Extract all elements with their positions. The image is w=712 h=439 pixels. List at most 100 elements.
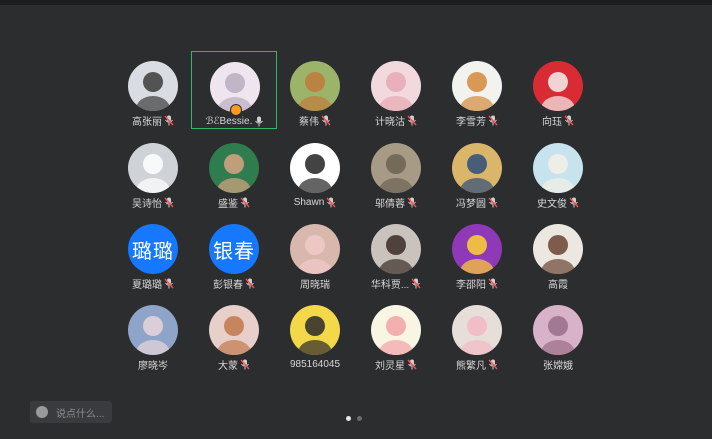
avatar-photo-icon — [533, 61, 583, 111]
avatar — [371, 224, 421, 274]
participant-name: 高霞 — [548, 279, 568, 291]
avatar: 银春 — [209, 224, 259, 274]
participant-tile[interactable]: 高霞 — [515, 214, 601, 292]
participant-tile[interactable]: 向珏 — [515, 51, 601, 129]
mic-muted-icon — [488, 197, 498, 207]
participant-tile[interactable]: 985164045 — [272, 295, 358, 373]
participant-tile[interactable]: 吴诗怡 — [110, 133, 196, 211]
mic-muted-icon — [240, 359, 250, 369]
avatar — [452, 305, 502, 355]
participant-tile[interactable]: Shawn — [272, 133, 358, 211]
avatar — [128, 61, 178, 111]
participant-tile[interactable]: 高张丽 — [110, 51, 196, 129]
mic-on-icon — [255, 116, 264, 126]
chat-input[interactable]: 说点什么... — [30, 401, 112, 423]
participant-tile[interactable]: ℬℰBessie. — [191, 51, 277, 129]
participant-tile[interactable]: 大蒙 — [191, 295, 277, 373]
participant-name-row: 熊繁凡 — [434, 357, 520, 372]
avatar — [290, 61, 340, 111]
mic-muted-icon — [164, 115, 174, 125]
avatar-photo-icon — [371, 224, 421, 274]
mic-muted-icon — [164, 197, 174, 207]
participant-name: ℬℰBessie. — [205, 115, 253, 127]
participant-name-row: 大蒙 — [191, 357, 277, 372]
participant-name: 李雪芳 — [456, 116, 486, 128]
avatar — [371, 143, 421, 193]
chat-placeholder: 说点什么... — [56, 408, 105, 420]
participant-tile[interactable]: 蔡伟 — [272, 51, 358, 129]
participant-tile[interactable]: 刘灵星 — [353, 295, 439, 373]
avatar — [128, 143, 178, 193]
avatar — [452, 224, 502, 274]
avatar — [290, 305, 340, 355]
participant-tile[interactable]: 计晓沽 — [353, 51, 439, 129]
participant-name-row: 高张丽 — [110, 113, 196, 128]
avatar-photo-icon — [371, 143, 421, 193]
participant-tile[interactable]: 华科贾... — [353, 214, 439, 292]
participant-name: 李邵阳 — [456, 279, 486, 291]
avatar — [290, 224, 340, 274]
avatar — [371, 305, 421, 355]
participant-tile[interactable]: 张嫦娥 — [515, 295, 601, 373]
participant-name: 盛鉴 — [218, 198, 238, 210]
mic-muted-icon — [564, 115, 574, 125]
participant-name: 熊繁凡 — [456, 360, 486, 372]
avatar-photo-icon — [533, 143, 583, 193]
participant-tile[interactable]: 邬倩蓉 — [353, 133, 439, 211]
avatar — [209, 143, 259, 193]
avatar — [128, 305, 178, 355]
participant-name-row: 夏璐璐 — [110, 276, 196, 291]
participant-tile[interactable]: 银春彭银春 — [191, 214, 277, 292]
participant-tile[interactable]: 廖晓岑 — [110, 295, 196, 373]
avatar-photo-icon — [371, 305, 421, 355]
participant-name: 吴诗怡 — [132, 198, 162, 210]
participant-name-row: 李雪芳 — [434, 113, 520, 128]
participant-name: 廖晓岑 — [138, 360, 168, 372]
avatar — [533, 224, 583, 274]
participant-tile[interactable]: 盛鉴 — [191, 133, 277, 211]
avatar-photo-icon — [209, 143, 259, 193]
avatar-photo-icon — [452, 61, 502, 111]
participant-name: 计晓沽 — [375, 116, 405, 128]
avatar — [533, 305, 583, 355]
mic-muted-icon — [164, 278, 174, 288]
participant-name: 彭银春 — [213, 279, 243, 291]
avatar — [452, 61, 502, 111]
participant-name-row: 周晓瑞 — [272, 276, 358, 291]
avatar-photo-icon — [290, 143, 340, 193]
participant-name-row: 盛鉴 — [191, 195, 277, 210]
participant-tile[interactable]: 熊繁凡 — [434, 295, 520, 373]
participant-name: 蔡伟 — [299, 116, 319, 128]
participant-tile[interactable]: 李邵阳 — [434, 214, 520, 292]
avatar-photo-icon — [290, 305, 340, 355]
participant-tile[interactable]: 璐璐 夏璐璐 — [110, 214, 196, 292]
participant-tile[interactable]: 周晓瑞 — [272, 214, 358, 292]
avatar — [452, 143, 502, 193]
emoji-icon[interactable] — [36, 406, 48, 418]
participant-name-row: 冯梦圆 — [434, 195, 520, 210]
avatar-photo-icon — [209, 305, 259, 355]
participant-name-row: 邬倩蓉 — [353, 195, 439, 210]
participant-name-row: 张嫦娥 — [515, 357, 601, 372]
participant-name-row: 彭银春 — [191, 276, 277, 291]
page-dot-2[interactable] — [357, 416, 362, 421]
mic-muted-icon — [326, 197, 336, 207]
avatar — [533, 143, 583, 193]
participant-name: 高张丽 — [132, 116, 162, 128]
participant-name: 冯梦圆 — [456, 198, 486, 210]
participant-name-row: 史文俊 — [515, 195, 601, 210]
avatar-photo-icon — [533, 305, 583, 355]
mic-muted-icon — [407, 115, 417, 125]
participant-name-row: 吴诗怡 — [110, 195, 196, 210]
avatar-photo-icon — [128, 61, 178, 111]
mic-muted-icon — [488, 278, 498, 288]
page-dot-1[interactable] — [346, 416, 351, 421]
participant-name: 刘灵星 — [375, 360, 405, 372]
participant-name-row: Shawn — [272, 195, 358, 209]
page-indicator — [346, 416, 362, 421]
participant-tile[interactable]: 冯梦圆 — [434, 133, 520, 211]
participant-tile[interactable]: 李雪芳 — [434, 51, 520, 129]
participant-name: 华科贾... — [370, 279, 410, 291]
avatar: 璐璐 — [128, 224, 178, 274]
participant-tile[interactable]: 史文俊 — [515, 133, 601, 211]
